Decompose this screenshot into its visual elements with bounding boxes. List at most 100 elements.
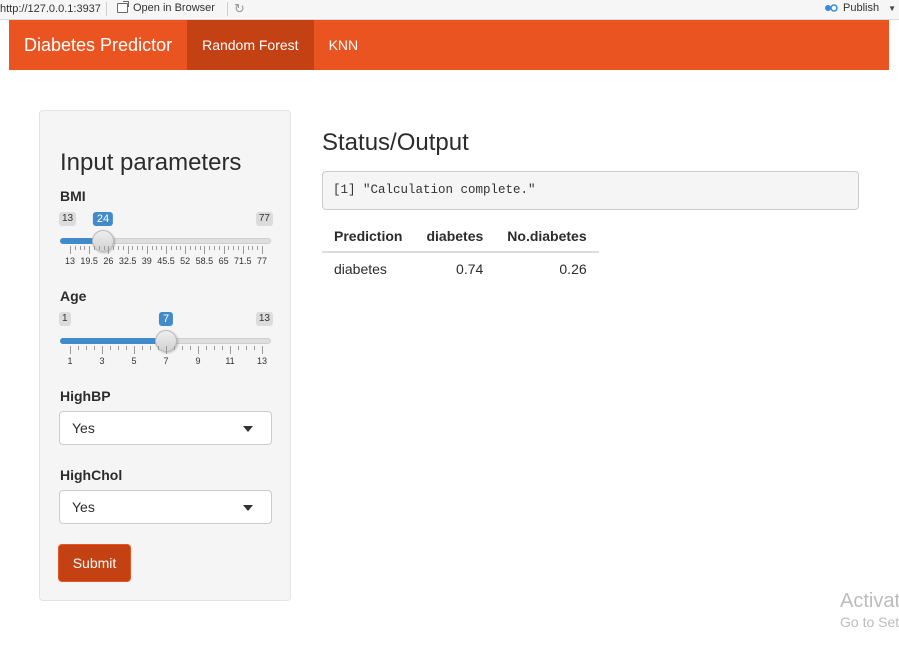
bmi-tick-label: 39 <box>141 256 152 266</box>
bmi-tick-minor <box>98 246 100 250</box>
app-brand[interactable]: Diabetes Predictor <box>9 20 187 70</box>
age-tick-minor <box>142 346 143 350</box>
bmi-tick-label: 58.5 <box>195 256 214 266</box>
bmi-tick-minor <box>233 246 235 250</box>
open-in-browser-label: Open in Browser <box>133 2 215 14</box>
bmi-tick-minor <box>199 246 201 250</box>
bmi-tick-minor <box>118 246 119 250</box>
bmi-ticks: 13 19.5 26 32.5 39 45.5 52 58.5 65 71.5 77 <box>59 246 273 266</box>
age-tick-major <box>166 346 167 354</box>
bmi-tick-label: 77 <box>256 256 268 266</box>
bmi-slider[interactable]: 13 77 24 13 19.5 26 32.5 39 45.5 52 58.5 65 71.5 7… <box>59 212 273 266</box>
age-tick-minor <box>126 346 127 350</box>
bmi-tick-label: 13 <box>64 256 76 266</box>
age-tick-label: 9 <box>195 356 201 366</box>
bmi-tick-minor <box>151 246 153 250</box>
bmi-tick-major <box>70 246 71 254</box>
caret-down-icon <box>243 426 253 432</box>
age-tick-minor <box>246 346 247 350</box>
bmi-tick-minor <box>190 246 191 250</box>
age-tick-minor <box>86 346 87 350</box>
age-tick-minor <box>182 346 183 350</box>
bmi-tick-minor <box>180 246 182 250</box>
viewer-url: http://127.0.0.1:3937 <box>0 3 101 15</box>
bmi-tick-label: 65 <box>218 256 229 266</box>
bmi-tick-label: 19.5 <box>80 256 98 266</box>
age-tick-label: 7 <box>163 356 169 366</box>
toolbar-divider <box>106 2 107 16</box>
age-tick-minor <box>214 346 215 350</box>
refresh-icon[interactable]: ↻ <box>234 1 248 16</box>
age-tick-major <box>262 346 263 354</box>
table-cell: 0.26 <box>559 261 587 277</box>
age-ticks: 1 3 5 7 9 11 13 <box>59 346 273 366</box>
highbp-label: HighBP <box>60 388 111 404</box>
publish-icon <box>825 4 838 12</box>
age-label: Age <box>60 288 87 304</box>
age-tick-minor <box>118 346 119 350</box>
age-tick-label: 11 <box>225 356 235 366</box>
age-slider[interactable]: 1 13 7 1 3 5 7 9 11 13 <box>59 312 273 366</box>
bmi-tick-major <box>166 246 167 254</box>
tab-random-forest[interactable]: Random Forest <box>187 20 314 70</box>
age-tick-label: 3 <box>99 356 105 366</box>
sidebar-title: Input parameters <box>60 149 242 176</box>
open-in-browser-icon <box>117 1 129 13</box>
toolbar-divider <box>227 2 228 16</box>
bmi-tick-minor <box>214 246 215 250</box>
open-in-browser-button[interactable]: Open in Browser <box>117 1 215 14</box>
age-tick-minor <box>94 346 95 350</box>
age-tick-minor <box>222 346 223 350</box>
age-tick-minor <box>110 346 111 350</box>
activation-watermark-subtitle: Go to Settings <box>840 614 899 630</box>
highbp-select[interactable]: Yes <box>59 411 272 445</box>
bmi-tick-label: 52 <box>180 256 191 266</box>
column-header: No.diabetes <box>495 222 599 253</box>
bmi-tick-label: 26 <box>103 256 114 266</box>
age-tick-label: 13 <box>256 356 268 366</box>
bmi-tick-major <box>108 246 110 254</box>
bmi-tick-minor <box>94 246 95 250</box>
age-tick-major <box>198 346 199 354</box>
column-header: diabetes <box>414 222 496 253</box>
bmi-tick-minor <box>170 246 172 250</box>
publish-button[interactable]: Publish ▼ <box>824 2 896 14</box>
submit-button[interactable]: Submit <box>58 544 131 582</box>
age-value-label: 7 <box>158 312 174 326</box>
age-fill-bar <box>60 338 166 344</box>
bmi-tick-minor <box>175 246 177 250</box>
age-tick-major <box>70 346 71 354</box>
output-title: Status/Output <box>322 129 469 156</box>
table-cell: diabetes <box>334 261 387 277</box>
caret-down-icon <box>243 505 253 511</box>
bmi-tick-minor <box>122 246 124 250</box>
highchol-select[interactable]: Yes <box>59 490 272 524</box>
age-min-label: 1 <box>59 312 71 326</box>
age-tick-minor <box>150 346 151 350</box>
bmi-tick-label: 45.5 <box>157 256 175 266</box>
bmi-tick-minor <box>137 246 139 250</box>
status-output: [1] "Calculation complete." <box>322 171 859 210</box>
bmi-tick-minor <box>228 246 230 250</box>
tab-knn[interactable]: KNN <box>314 20 374 70</box>
bmi-value-label: 24 <box>92 212 114 226</box>
bmi-tick-minor <box>84 246 86 250</box>
bmi-tick-minor <box>252 246 254 250</box>
bmi-tick-minor <box>238 246 239 250</box>
age-tick-major <box>102 346 103 354</box>
bmi-tick-major <box>146 246 148 254</box>
bmi-tick-minor <box>103 246 105 250</box>
bmi-tick-minor <box>74 246 76 250</box>
bmi-tick-minor <box>194 246 196 250</box>
age-tick-minor <box>174 346 175 350</box>
bmi-max-label: 77 <box>255 212 273 226</box>
chevron-down-icon: ▼ <box>888 3 896 13</box>
activation-watermark-title: Activate <box>840 590 899 612</box>
navbar: Diabetes Predictor Random Forest KNN <box>9 20 889 70</box>
table-header-row: Prediction diabetes No.diabetes <box>322 222 599 253</box>
age-tick-minor <box>78 346 79 350</box>
highchol-label: HighChol <box>60 467 123 483</box>
age-tick-minor <box>238 346 239 350</box>
age-tick-minor <box>190 346 191 350</box>
age-tick-minor <box>206 346 207 350</box>
